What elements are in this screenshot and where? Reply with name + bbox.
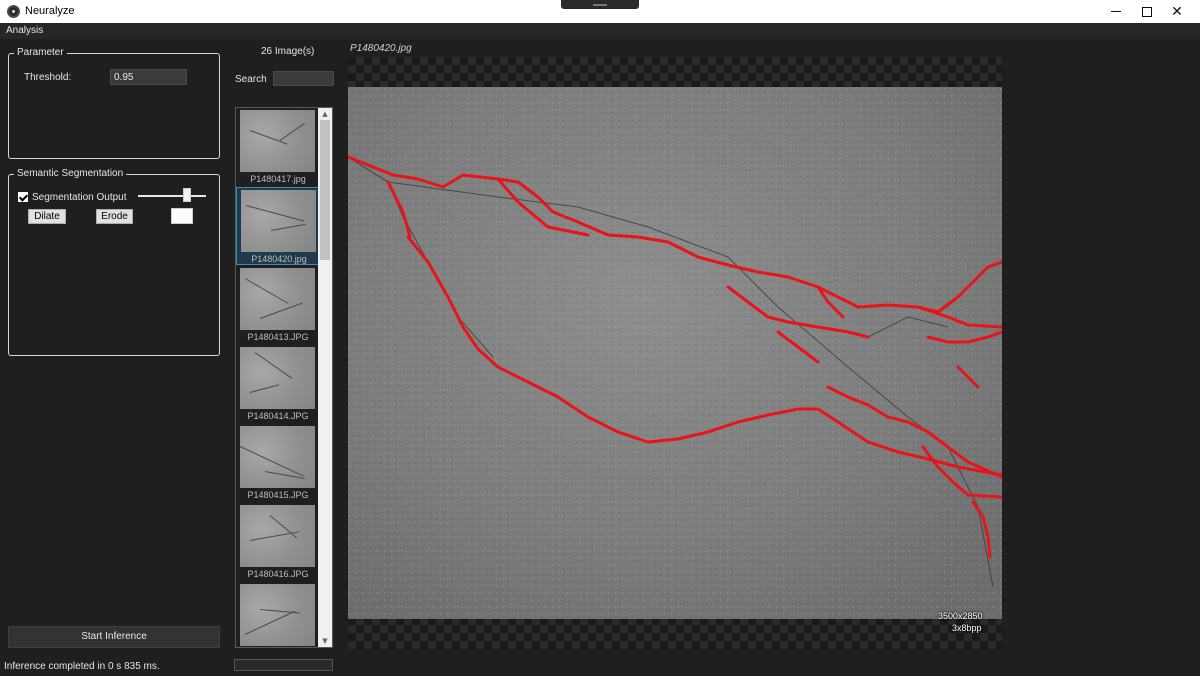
image-list-item[interactable]: P1480417.JPG — [236, 582, 320, 647]
thumbnail-image — [239, 426, 315, 488]
dilate-button[interactable]: Dilate — [28, 209, 66, 224]
minimize-icon — [1111, 11, 1121, 12]
image-list-item[interactable]: P1480415.JPG — [236, 424, 320, 502]
thumbnail-label: P1480417.jpg — [250, 174, 306, 184]
image-list-scrollbar[interactable]: ▲ ▼ — [318, 108, 332, 647]
segmentation-group: Semantic Segmentation Segmentation Outpu… — [8, 168, 220, 356]
close-button[interactable]: ✕ — [1154, 0, 1200, 23]
thumbnail-image — [240, 110, 315, 172]
scroll-down-icon[interactable]: ▼ — [318, 635, 332, 647]
thumbnail-label: P1480420.jpg — [251, 254, 307, 264]
image-dimensions: 3500x2850 — [938, 611, 983, 621]
thumbnail-label: P1480413.JPG — [247, 332, 309, 342]
window-title: Neuralyze — [25, 5, 75, 17]
parameter-group: Parameter Threshold: — [8, 47, 220, 159]
thumbnail-image — [240, 268, 315, 330]
search-input[interactable] — [273, 71, 334, 86]
image-viewer[interactable]: 3500x2850 3x8bpp — [348, 57, 1002, 649]
thumbnail-image — [241, 190, 316, 252]
image-list-item[interactable]: P1480413.JPG — [236, 266, 320, 344]
threshold-label: Threshold: — [24, 72, 72, 83]
erode-button[interactable]: Erode — [96, 209, 133, 224]
close-icon: ✕ — [1171, 3, 1183, 20]
segmentation-group-title: Semantic Segmentation — [14, 168, 127, 179]
image-list-item[interactable]: P1480416.JPG — [236, 503, 320, 581]
maximize-icon — [1142, 6, 1152, 17]
parameter-group-title: Parameter — [14, 47, 67, 58]
segmentation-image — [348, 87, 1002, 619]
title-bar: Neuralyze ✕ — [0, 0, 1200, 23]
image-count-label: 26 Image(s) — [261, 46, 315, 57]
image-bit-depth: 3x8bpp — [952, 623, 982, 633]
mask-color-swatch[interactable] — [171, 208, 193, 224]
search-label: Search — [235, 74, 267, 85]
segmentation-output-label: Segmentation Output — [32, 192, 127, 203]
start-inference-button[interactable]: Start Inference — [8, 626, 220, 648]
thumbnail-image — [240, 505, 315, 567]
viewer-filename: P1480420.jpg — [350, 43, 412, 54]
status-message: Inference completed in 0 s 835 ms. — [4, 661, 160, 672]
segmentation-output-checkbox[interactable] — [18, 192, 28, 202]
opacity-slider-thumb[interactable] — [182, 188, 191, 202]
thumbnail-image — [240, 347, 315, 409]
thumbnail-label: P1480415.JPG — [247, 490, 309, 500]
scroll-up-icon[interactable]: ▲ — [318, 108, 332, 120]
thumbnail-label: P1480416.JPG — [247, 569, 309, 579]
menu-bar: Analysis — [0, 23, 1200, 39]
threshold-input[interactable] — [110, 69, 187, 85]
progress-bar — [234, 659, 333, 671]
image-list-item[interactable]: P1480417.jpg — [236, 108, 320, 186]
image-list-item[interactable]: P1480414.JPG — [236, 345, 320, 423]
drag-handle[interactable] — [561, 0, 639, 9]
thumbnail-label: P1480414.JPG — [247, 411, 309, 421]
opacity-slider-track[interactable] — [138, 195, 206, 197]
app-logo-icon — [7, 5, 20, 18]
asphalt-texture — [348, 87, 1002, 619]
thumbnail-image — [240, 584, 315, 646]
scrollbar-thumb[interactable] — [320, 120, 330, 260]
image-list-item[interactable]: P1480420.jpg — [236, 187, 320, 265]
menu-analysis[interactable]: Analysis — [6, 25, 43, 36]
